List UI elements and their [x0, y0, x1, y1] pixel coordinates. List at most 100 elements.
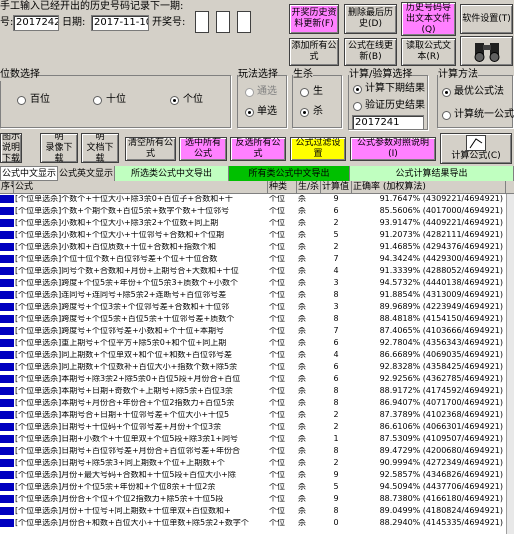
- table-row[interactable]: [个位单选杀]跨度号+个位邻号差+小数和+个十位+本期号 个位 杀 7 87.4065%…: [0, 327, 514, 336]
- row-selector[interactable]: [0, 195, 14, 204]
- table-row[interactable]: [个位单选杀]个数个+十位大小+除3余0+百位子+合数和+十 个位 杀 9 91.764…: [0, 195, 514, 204]
- export-selected-button[interactable]: 所选类公式中文导出: [115, 166, 229, 181]
- table-row[interactable]: [个位单选杀]同上期数+个位单双+和个位+和数+百位邻号差 个位 杀 4 86.6689…: [0, 351, 514, 360]
- row-selector[interactable]: [0, 519, 14, 528]
- table-row[interactable]: [个位单选杀]小数和+个位大小+除3余2+个位数+同上期 个位 杀 2 93.9147%…: [0, 219, 514, 228]
- row-selector[interactable]: [0, 243, 14, 252]
- radio-verify-history[interactable]: [353, 102, 362, 111]
- table-row[interactable]: [个位单选杀]跨度号+个位3余+个位邻号差+合数和+十位邻 个位 杀 3 89.9689…: [0, 303, 514, 312]
- radio-hundreds[interactable]: [17, 96, 26, 105]
- delete-last-button[interactable]: 删除最后历 史(D): [344, 4, 397, 34]
- table-row[interactable]: [个位单选杀]跨度号+个位5余+百位5余+十位邻号差+质数个 个位 杀 8 88.481…: [0, 315, 514, 324]
- history-update-button[interactable]: 开奖历史资 料更新(F): [289, 4, 339, 34]
- row-selector[interactable]: [0, 423, 14, 432]
- row-selector[interactable]: [0, 363, 14, 372]
- date-input[interactable]: 2017-11-10: [91, 15, 149, 31]
- grid-scrollbar[interactable]: [506, 194, 514, 534]
- formula-online-button[interactable]: 公式在线更 新(B): [344, 38, 397, 66]
- export-history-button[interactable]: 历史号码导 出文本文件 (Q): [401, 2, 456, 36]
- row-selector[interactable]: [0, 447, 14, 456]
- formula-grid[interactable]: 序号 公式 种类 生/杀 计算值 正确率 (加权算法) [个位单选杀]个数个+十…: [0, 181, 514, 534]
- prize-digit-3[interactable]: [237, 11, 251, 33]
- col-accuracy[interactable]: 正确率 (加权算法): [352, 181, 506, 194]
- filter-settings-button[interactable]: 公式过滤设 置: [290, 137, 346, 161]
- radio-best-formula[interactable]: [442, 88, 451, 97]
- col-value[interactable]: 计算值: [321, 181, 352, 194]
- table-row[interactable]: [个位单选杀]月份合+和数+百位大小+十位单数+除5余2+数字个 个位 杀 0 88.2…: [0, 519, 514, 528]
- row-selector[interactable]: [0, 219, 14, 228]
- table-row[interactable]: [个位单选杀]本期号+除3余2+除5余0+百位5段+月份合+百位 个位 杀 6 92.9…: [0, 375, 514, 384]
- table-row[interactable]: [个位单选杀]月份+最大号码+合数和+十位5段+百位大小+除 个位 杀 9 92.585…: [0, 471, 514, 480]
- settings-button[interactable]: 软件设置(T): [460, 4, 513, 34]
- radio-life[interactable]: [300, 88, 309, 97]
- verify-period-input[interactable]: 2017241: [352, 115, 424, 130]
- table-row[interactable]: [个位单选杀]日期号+十位码+个位邻号差+月份+个位3余 个位 杀 2 86.6106%…: [0, 423, 514, 432]
- radio-tens[interactable]: [93, 96, 102, 105]
- radio-calc-next[interactable]: [353, 85, 362, 94]
- row-selector[interactable]: [0, 339, 14, 348]
- table-row[interactable]: [个位单选杀]跨度+个位5余+年份+个位5余3+质数个+小数个 个位 杀 3 94.57…: [0, 279, 514, 288]
- prize-digit-2[interactable]: [216, 11, 230, 33]
- prize-digit-1[interactable]: [195, 11, 209, 33]
- row-selector[interactable]: [0, 267, 14, 276]
- row-selector[interactable]: [0, 375, 14, 384]
- row-selector[interactable]: [0, 459, 14, 468]
- table-row[interactable]: [个位单选杀]本期号+日期+奇数个+上期号+除5余+百位3余 个位 杀 8 88.917…: [0, 387, 514, 396]
- radio-unified-formula[interactable]: [442, 111, 451, 120]
- radio-all[interactable]: [245, 88, 254, 97]
- table-row[interactable]: [个位单选杀]月份+十位号+同上期数+十位单双+百位数和+ 个位 杀 8 89.0499…: [0, 507, 514, 516]
- table-row[interactable]: [个位单选杀]小数和+个位大小+十位邻号+合数和+个位期 个位 杀 5 91.2073%…: [0, 231, 514, 240]
- col-index[interactable]: 序号: [0, 181, 14, 194]
- binoculars-button[interactable]: [460, 36, 513, 66]
- row-selector[interactable]: [0, 351, 14, 360]
- row-selector[interactable]: [0, 231, 14, 240]
- tab-english[interactable]: 公式英文显示: [58, 166, 115, 181]
- row-selector[interactable]: [0, 471, 14, 480]
- row-selector[interactable]: [0, 495, 14, 504]
- diagram-download-button[interactable]: 使用图示 说明下载 (P): [0, 133, 22, 163]
- table-row[interactable]: [个位单选杀]同号个数+合数和+月份+上期号合+大数和+十位 个位 杀 4 91.333…: [0, 267, 514, 276]
- clear-formulas-button[interactable]: 清空所有公 式: [125, 137, 176, 161]
- table-row[interactable]: [个位单选杀]日期号+除5余3+同上期数+个位+上期数+个 个位 杀 2 90.9994…: [0, 459, 514, 468]
- tab-chinese[interactable]: 公式中文显示: [0, 166, 58, 181]
- row-selector[interactable]: [0, 435, 14, 444]
- row-selector[interactable]: [0, 255, 14, 264]
- read-formula-button[interactable]: 读取公式文 本(R): [401, 38, 456, 66]
- export-results-button[interactable]: 公式计算结果导出: [350, 166, 514, 181]
- radio-units[interactable]: [170, 96, 179, 105]
- row-selector[interactable]: [0, 327, 14, 336]
- table-row[interactable]: [个位单选杀]连同号+连同号+除5余2+连断号+百位邻号差 个位 杀 8 91.8854…: [0, 291, 514, 300]
- col-formula[interactable]: 公式: [14, 181, 268, 194]
- col-lifekill[interactable]: 生/杀: [297, 181, 321, 194]
- period-input[interactable]: 2017242: [13, 15, 59, 31]
- row-selector[interactable]: [0, 279, 14, 288]
- video-download-button[interactable]: 演示说明 录像下载 (E): [40, 133, 78, 163]
- table-row[interactable]: [个位单选杀]日期+小数个+十位单双+个位5段+除3余1+同号 个位 杀 1 87.53…: [0, 435, 514, 444]
- row-selector[interactable]: [0, 207, 14, 216]
- table-row[interactable]: [个位单选杀]月份合+个位+个位2指数力+除5余+十位5段 个位 杀 9 88.7380…: [0, 495, 514, 504]
- table-row[interactable]: [个位单选杀]个数+个期个数+百位5余+数字个数+十位邻号 个位 杀 6 85.5606…: [0, 207, 514, 216]
- table-row[interactable]: [个位单选杀]重上期号+个位平方+除5余0+和个位+同上期 个位 杀 6 92.7804…: [0, 339, 514, 348]
- table-row[interactable]: [个位单选杀]小数和+百位质数+十位+合数和+指数个和 个位 杀 2 91.4685% …: [0, 243, 514, 252]
- table-row[interactable]: [个位单选杀]月份+个位5余+年份和+个位8余+十位2余 个位 杀 5 94.5094%…: [0, 483, 514, 492]
- param-doc-button[interactable]: 公式参数对照说明 (I): [350, 137, 436, 161]
- row-selector[interactable]: [0, 303, 14, 312]
- table-row[interactable]: [个位单选杀]本期号+月份合+年份合+个位2指数力+百位5余 个位 杀 8 86.940…: [0, 399, 514, 408]
- radio-kill[interactable]: [300, 108, 309, 117]
- invert-select-button[interactable]: 反选所有公 式: [230, 137, 286, 161]
- select-all-button[interactable]: 选中所有 公式: [179, 137, 227, 161]
- table-row[interactable]: [个位单选杀]个位十位个数+百位邻号差+个位+十位合数 个位 杀 7 94.3424% …: [0, 255, 514, 264]
- col-type[interactable]: 种类: [268, 181, 297, 194]
- table-row[interactable]: [个位单选杀]同上期数+个位数补+百位大小+指数个数+除5余 个位 杀 6 92.832…: [0, 363, 514, 372]
- add-formula-button[interactable]: 添加所有公 式: [289, 38, 339, 66]
- table-row[interactable]: [个位单选杀]本期号合+日期+十位邻号差+个位大小+十位5 个位 杀 2 87.3789…: [0, 411, 514, 420]
- row-selector[interactable]: [0, 291, 14, 300]
- export-all-button[interactable]: 所有类公式中文导出: [229, 166, 350, 181]
- row-selector[interactable]: [0, 507, 14, 516]
- row-selector[interactable]: [0, 315, 14, 324]
- row-selector[interactable]: [0, 483, 14, 492]
- row-selector[interactable]: [0, 387, 14, 396]
- radio-single[interactable]: [245, 108, 254, 117]
- table-row[interactable]: [个位单选杀]日期号+百位邻号差+月份合+百位邻号差+年份合 个位 杀 8 89.472…: [0, 447, 514, 456]
- row-selector[interactable]: [0, 411, 14, 420]
